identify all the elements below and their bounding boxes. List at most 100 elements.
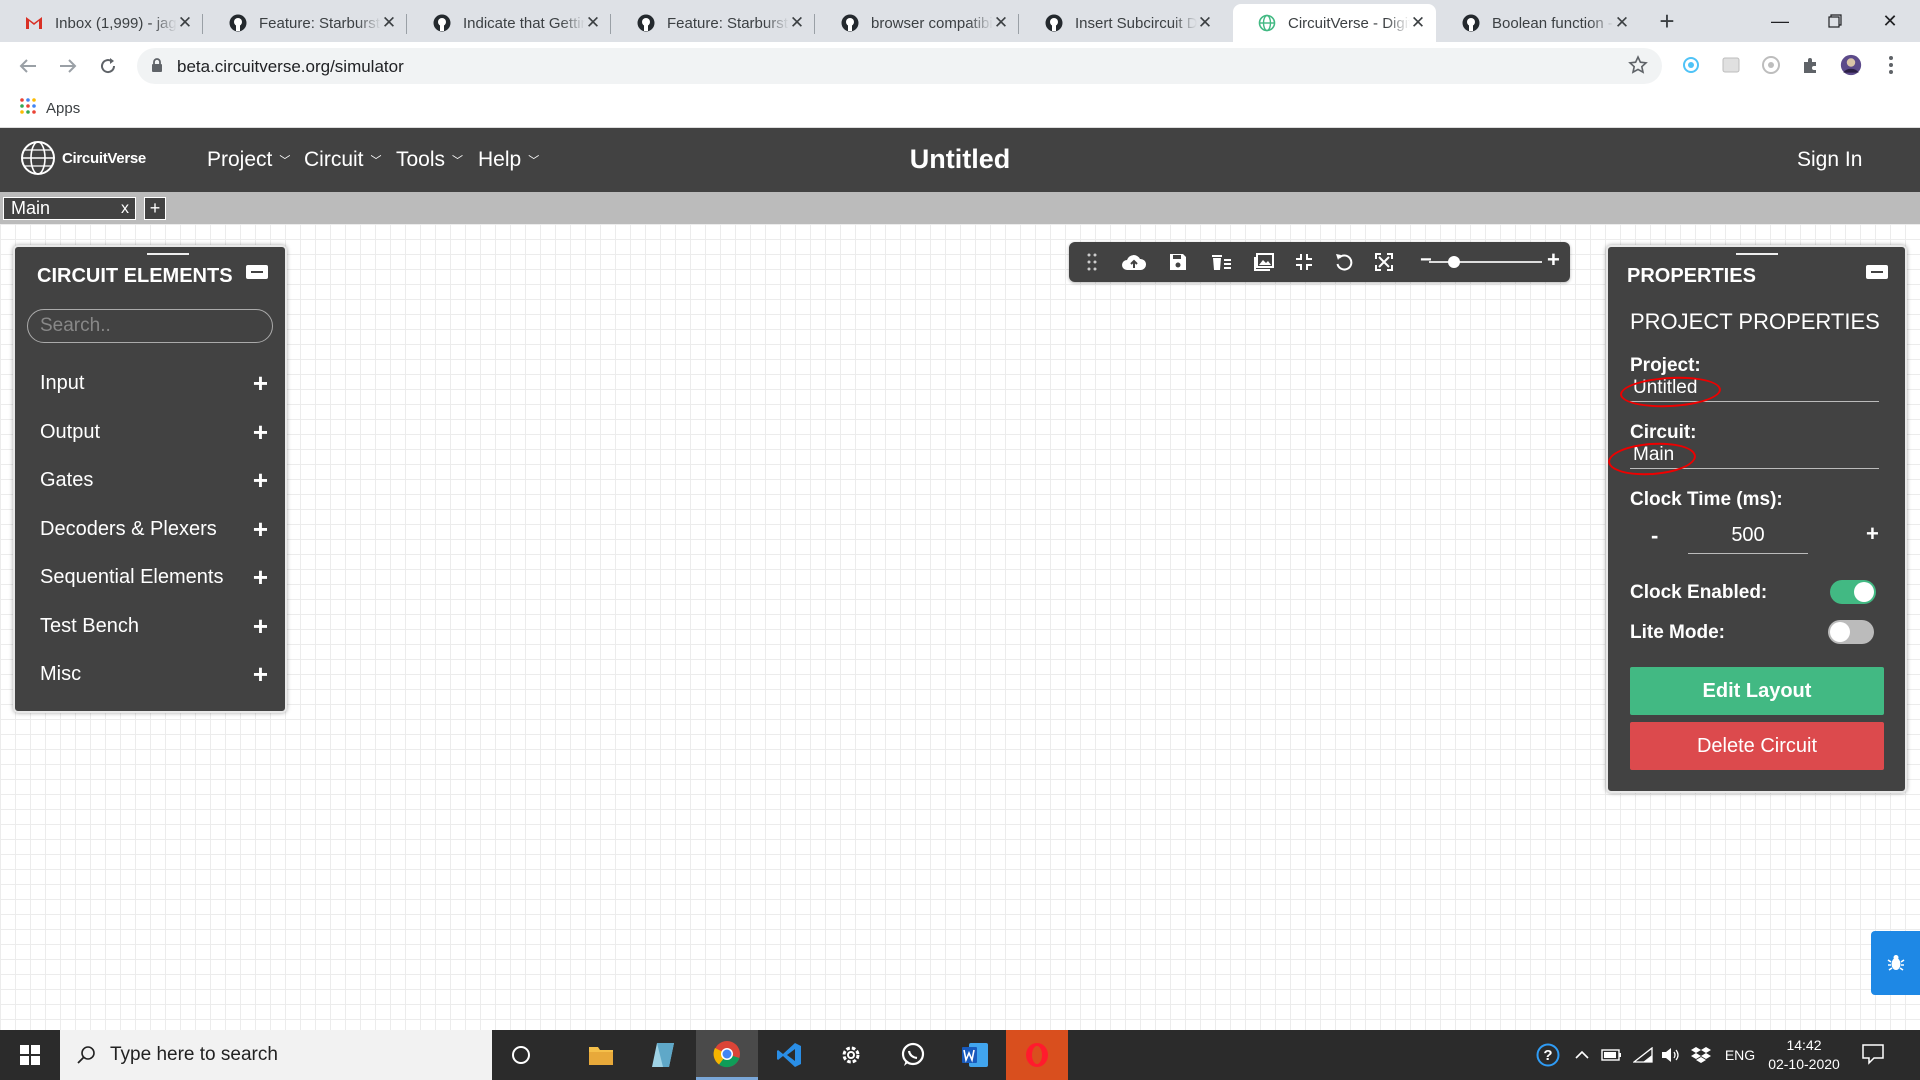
close-icon[interactable]: ✕ [1614, 13, 1630, 33]
sign-in-link[interactable]: Sign In [1797, 148, 1862, 172]
menu-tools[interactable]: Tools ﹀ [396, 148, 463, 172]
chevron-up-icon[interactable] [1570, 1030, 1594, 1080]
category-output[interactable]: Output + [40, 419, 268, 445]
fit-to-screen-icon[interactable] [1291, 250, 1317, 274]
category-input[interactable]: Input + [40, 370, 268, 396]
browser-tab[interactable]: Feature: Starburst ✕ [612, 4, 815, 42]
expand-plus-icon[interactable]: + [253, 661, 268, 687]
expand-plus-icon[interactable]: + [253, 370, 268, 396]
file-explorer-icon[interactable] [570, 1030, 632, 1080]
drag-handle[interactable] [1736, 253, 1778, 255]
drag-handle[interactable] [147, 253, 189, 255]
browser-tab-active[interactable]: CircuitVerse - Digital ✕ [1233, 4, 1436, 42]
windows-start-icon[interactable] [0, 1030, 60, 1080]
zoom-slider-handle[interactable] [1448, 256, 1460, 268]
vscode-icon[interactable] [758, 1030, 820, 1080]
settings-gear-icon[interactable] [820, 1030, 882, 1080]
browser-tab[interactable]: Indicate that Getting ✕ [408, 4, 611, 42]
close-circuit-tab-icon[interactable]: x [121, 198, 129, 219]
back-icon[interactable] [12, 50, 44, 82]
volume-icon[interactable] [1658, 1030, 1684, 1080]
word-icon[interactable] [944, 1030, 1006, 1080]
extension-icon[interactable] [1680, 54, 1702, 76]
category-decoders-plexers[interactable]: Decoders & Plexers + [40, 516, 268, 542]
project-title[interactable]: Untitled [860, 144, 1060, 175]
browser-menu-icon[interactable] [1880, 54, 1902, 76]
close-icon[interactable]: ✕ [381, 13, 397, 33]
zoom-in-button[interactable]: + [1547, 247, 1560, 273]
menu-circuit[interactable]: Circuit ﹀ [304, 148, 382, 172]
chrome-icon[interactable] [696, 1030, 758, 1080]
cortana-icon[interactable] [490, 1030, 552, 1080]
fullscreen-icon[interactable] [1371, 250, 1397, 274]
extension-icon[interactable] [1760, 54, 1782, 76]
edit-layout-button[interactable]: Edit Layout [1630, 667, 1884, 715]
reload-icon[interactable] [92, 50, 124, 82]
zoom-slider[interactable] [1429, 261, 1542, 263]
save-icon[interactable] [1165, 250, 1191, 274]
close-icon[interactable]: ✕ [177, 13, 193, 33]
category-misc[interactable]: Misc + [40, 661, 268, 687]
menu-project[interactable]: Project ﹀ [207, 148, 290, 172]
notification-center-icon[interactable] [1862, 1043, 1884, 1070]
close-icon[interactable]: ✕ [1410, 13, 1426, 33]
whatsapp-icon[interactable] [882, 1030, 944, 1080]
bookmark-star-icon[interactable] [1628, 55, 1648, 80]
expand-plus-icon[interactable]: + [253, 564, 268, 590]
battery-icon[interactable] [1598, 1030, 1626, 1080]
expand-plus-icon[interactable]: + [253, 516, 268, 542]
opera-icon[interactable] [1006, 1030, 1068, 1080]
clock-decrement-button[interactable]: - [1651, 523, 1658, 549]
expand-plus-icon[interactable]: + [253, 613, 268, 639]
close-window-icon[interactable]: ✕ [1860, 0, 1920, 42]
notes-app-icon[interactable] [632, 1030, 694, 1080]
delete-selected-icon[interactable] [1208, 250, 1234, 274]
report-issue-button[interactable] [1871, 931, 1920, 995]
browser-tab[interactable]: Insert Subcircuit D ✕ [1020, 4, 1223, 42]
close-icon[interactable]: ✕ [1197, 13, 1213, 33]
language-indicator[interactable]: ENG [1720, 1030, 1760, 1080]
clock-time-input[interactable]: 500 [1688, 524, 1808, 554]
address-bar[interactable]: beta.circuitverse.org/simulator [137, 48, 1662, 84]
help-icon[interactable]: ? [1530, 1030, 1566, 1080]
dropbox-icon[interactable] [1688, 1030, 1714, 1080]
browser-tab[interactable]: Inbox (1,999) - jagmeet ✕ [0, 4, 203, 42]
browser-tab[interactable]: browser compatibility ✕ [816, 4, 1019, 42]
restore-window-icon[interactable] [1805, 0, 1865, 42]
minimize-panel-button[interactable] [246, 265, 268, 279]
close-icon[interactable]: ✕ [993, 13, 1009, 33]
forward-icon[interactable] [52, 50, 84, 82]
close-icon[interactable]: ✕ [585, 13, 601, 33]
circuit-tab-main[interactable]: Main x [3, 197, 136, 220]
wifi-icon[interactable] [1630, 1030, 1656, 1080]
browser-tab[interactable]: Boolean function - ✕ [1437, 4, 1640, 42]
puzzle-extensions-icon[interactable] [1800, 54, 1822, 76]
category-sequential-elements[interactable]: Sequential Elements + [40, 564, 268, 590]
minimize-window-icon[interactable]: — [1750, 0, 1810, 42]
cloud-upload-icon[interactable] [1121, 250, 1147, 274]
taskbar-clock[interactable]: 14:42 02-10-2020 [1764, 1036, 1844, 1074]
add-circuit-tab-button[interactable]: + [144, 197, 166, 220]
menu-help[interactable]: Help ﹀ [478, 148, 539, 172]
minimize-panel-button[interactable] [1866, 265, 1888, 279]
drag-handle-icon[interactable] [1079, 250, 1105, 274]
undo-icon[interactable] [1331, 250, 1357, 274]
expand-plus-icon[interactable]: + [253, 467, 268, 493]
delete-circuit-button[interactable]: Delete Circuit [1630, 722, 1884, 770]
category-gates[interactable]: Gates + [40, 467, 268, 493]
circuitverse-logo[interactable]: CircuitVerse [20, 140, 146, 176]
download-image-icon[interactable] [1251, 250, 1277, 274]
new-tab-button[interactable]: + [1650, 4, 1684, 38]
clock-increment-button[interactable]: + [1866, 521, 1879, 547]
element-search-input[interactable] [27, 309, 273, 343]
clock-enabled-toggle[interactable] [1830, 580, 1876, 604]
close-icon[interactable]: ✕ [789, 13, 805, 33]
expand-plus-icon[interactable]: + [253, 419, 268, 445]
category-test-bench[interactable]: Test Bench + [40, 613, 268, 639]
apps-shortcut[interactable]: Apps [20, 98, 80, 118]
taskbar-search-box[interactable]: Type here to search [60, 1030, 492, 1080]
profile-avatar[interactable] [1840, 54, 1862, 76]
browser-tab[interactable]: Feature: Starburst ✕ [204, 4, 407, 42]
extension-icon[interactable] [1720, 54, 1742, 76]
lite-mode-toggle[interactable] [1828, 620, 1874, 644]
